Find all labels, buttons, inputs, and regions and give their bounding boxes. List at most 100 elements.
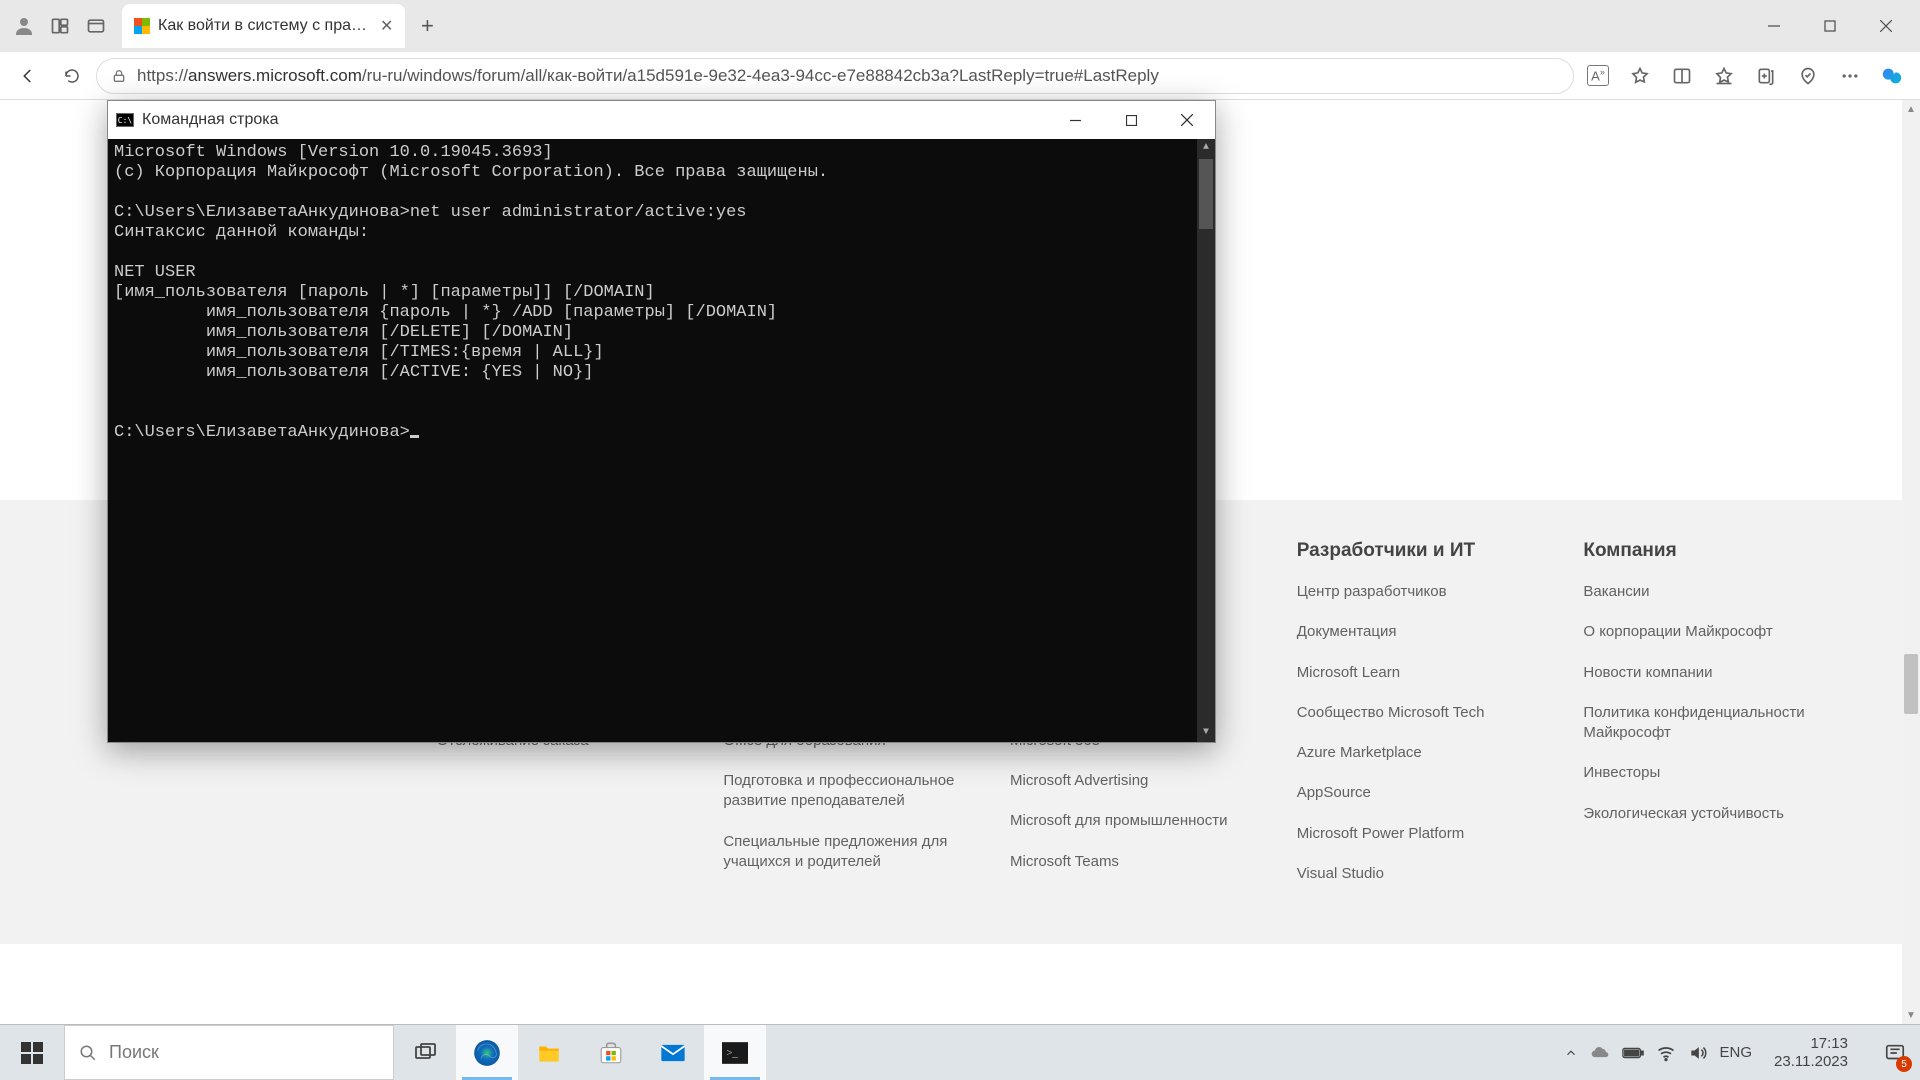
read-aloud-button[interactable]: A» xyxy=(1578,56,1618,96)
footer-link[interactable]: Microsoft Learn xyxy=(1297,663,1564,683)
cmd-line: (c) Корпорация Майкрософт (Microsoft Cor… xyxy=(114,163,828,182)
copilot-button[interactable] xyxy=(1872,56,1912,96)
browser-tab[interactable]: Как войти в систему с правам... ✕ xyxy=(122,4,405,48)
settings-more-button[interactable] xyxy=(1830,56,1870,96)
page-scrollbar[interactable]: ▲ ▼ xyxy=(1902,100,1920,1024)
cmd-close-button[interactable] xyxy=(1159,101,1215,139)
footer-link[interactable]: Специальные предложения для учащихся и р… xyxy=(723,832,990,873)
tab-actions-button[interactable] xyxy=(78,8,114,44)
cmd-line: Синтаксис данной команды: xyxy=(114,223,369,242)
system-tray: ENG 17:13 23.11.2023 5 xyxy=(1564,1025,1920,1080)
url-text: https://answers.microsoft.com/ru-ru/wind… xyxy=(137,66,1159,86)
footer-link[interactable]: Подготовка и профессиональное развитие п… xyxy=(723,771,990,812)
footer-col-6: Компания Вакансии О корпорации Майкрософ… xyxy=(1583,540,1850,904)
new-tab-button[interactable]: + xyxy=(409,8,445,44)
footer-link[interactable]: Сообщество Microsoft Tech xyxy=(1297,703,1564,723)
footer-link[interactable]: О корпорации Майкрософт xyxy=(1583,622,1850,642)
footer-link[interactable]: Экологическая устойчивость xyxy=(1583,804,1850,824)
profile-button[interactable] xyxy=(6,8,42,44)
cmd-cursor xyxy=(410,435,419,438)
scroll-thumb[interactable] xyxy=(1199,159,1213,229)
taskbar-app-mail[interactable] xyxy=(642,1025,704,1080)
footer-link[interactable]: Новости компании xyxy=(1583,663,1850,683)
start-button[interactable] xyxy=(0,1025,64,1080)
tab-title: Как войти в систему с правам... xyxy=(158,17,368,35)
task-view-button[interactable] xyxy=(394,1025,456,1080)
footer-link[interactable]: Microsoft Power Platform xyxy=(1297,824,1564,844)
cmd-line: Microsoft Windows [Version 10.0.19045.36… xyxy=(114,143,553,162)
taskbar-search[interactable]: Поиск xyxy=(64,1025,394,1080)
footer-link[interactable]: Политика конфиденциальности Майкрософт xyxy=(1583,703,1850,744)
cmd-line: имя_пользователя [/TIMES:{время | ALL}] xyxy=(114,343,604,362)
search-placeholder: Поиск xyxy=(109,1042,159,1063)
footer-link[interactable]: Инвесторы xyxy=(1583,763,1850,783)
cmd-line: имя_пользователя {пароль | *} /ADD [пара… xyxy=(114,303,777,322)
minimize-window-button[interactable] xyxy=(1746,6,1802,46)
svg-text:>_: >_ xyxy=(726,1047,738,1059)
cmd-scrollbar[interactable]: ▲ ▼ xyxy=(1197,139,1215,742)
favorites-list-button[interactable] xyxy=(1704,56,1744,96)
cmd-titlebar[interactable]: C:\ Командная строка xyxy=(108,101,1215,139)
cmd-minimize-button[interactable] xyxy=(1047,101,1103,139)
favorite-button[interactable] xyxy=(1620,56,1660,96)
address-bar[interactable]: https://answers.microsoft.com/ru-ru/wind… xyxy=(96,58,1574,94)
cmd-line: имя_пользователя [/ACTIVE: {YES | NO}] xyxy=(114,363,593,382)
taskbar-app-store[interactable] xyxy=(580,1025,642,1080)
cmd-title-text: Командная строка xyxy=(142,111,279,129)
cmd-line: C:\Users\ЕлизаветаАнкудинова> xyxy=(114,423,410,442)
footer-link[interactable]: Вакансии xyxy=(1583,582,1850,602)
cmd-line: C:\Users\ЕлизаветаАнкудинова>net user ad… xyxy=(114,203,747,222)
browser-essentials-button[interactable] xyxy=(1788,56,1828,96)
back-button[interactable] xyxy=(8,56,48,96)
notification-badge: 5 xyxy=(1896,1056,1912,1072)
tray-notifications[interactable]: 5 xyxy=(1870,1025,1920,1080)
scroll-up-icon[interactable]: ▲ xyxy=(1902,100,1920,118)
taskbar: Поиск >_ ENG 17:13 23.11.2023 xyxy=(0,1024,1920,1080)
tray-clock[interactable]: 17:13 23.11.2023 xyxy=(1764,1035,1858,1071)
tray-volume-icon[interactable] xyxy=(1688,1043,1708,1063)
scroll-up-icon[interactable]: ▲ xyxy=(1197,139,1215,157)
footer-link[interactable]: Visual Studio xyxy=(1297,864,1564,884)
footer-link[interactable]: AppSource xyxy=(1297,783,1564,803)
cmd-maximize-button[interactable] xyxy=(1103,101,1159,139)
tray-onedrive-icon[interactable] xyxy=(1590,1043,1610,1063)
cmd-icon: C:\ xyxy=(116,113,134,127)
workspaces-button[interactable] xyxy=(42,8,78,44)
scroll-thumb[interactable] xyxy=(1904,654,1918,714)
maximize-window-button[interactable] xyxy=(1802,6,1858,46)
footer-link[interactable]: Центр разработчиков xyxy=(1297,582,1564,602)
browser-toolbar: https://answers.microsoft.com/ru-ru/wind… xyxy=(0,52,1920,100)
footer-col-5: Разработчики и ИТ Центр разработчиков До… xyxy=(1297,540,1564,904)
tray-battery-icon[interactable] xyxy=(1622,1046,1644,1060)
taskbar-app-cmd[interactable]: >_ xyxy=(704,1025,766,1080)
refresh-button[interactable] xyxy=(52,56,92,96)
tray-time: 17:13 xyxy=(1774,1035,1848,1053)
tray-language[interactable]: ENG xyxy=(1720,1044,1753,1061)
browser-tab-strip: Как войти в систему с правам... ✕ + xyxy=(0,0,1920,52)
footer-link[interactable]: Microsoft Teams xyxy=(1010,852,1277,872)
close-tab-button[interactable]: ✕ xyxy=(380,16,393,36)
scroll-down-icon[interactable]: ▼ xyxy=(1197,724,1215,742)
scroll-down-icon[interactable]: ▼ xyxy=(1902,1006,1920,1024)
footer-link[interactable]: Microsoft для промышленности xyxy=(1010,811,1277,831)
close-window-button[interactable] xyxy=(1858,6,1914,46)
windows-logo-icon xyxy=(21,1042,43,1064)
taskbar-app-explorer[interactable] xyxy=(518,1025,580,1080)
footer-link[interactable]: Azure Marketplace xyxy=(1297,743,1564,763)
taskbar-app-edge[interactable] xyxy=(456,1025,518,1080)
collections-button[interactable] xyxy=(1746,56,1786,96)
footer-link[interactable]: Документация xyxy=(1297,622,1564,642)
cmd-output[interactable]: Microsoft Windows [Version 10.0.19045.36… xyxy=(108,139,1215,742)
tray-chevron-up-icon[interactable] xyxy=(1564,1046,1578,1060)
footer-heading: Компания xyxy=(1583,540,1850,562)
tray-date: 23.11.2023 xyxy=(1774,1053,1848,1071)
split-screen-button[interactable] xyxy=(1662,56,1702,96)
cmd-line: NET USER xyxy=(114,263,196,282)
microsoft-favicon xyxy=(134,18,150,34)
footer-link[interactable]: Microsoft Advertising xyxy=(1010,771,1277,791)
cmd-line: [имя_пользователя [пароль | *] [параметр… xyxy=(114,283,655,302)
footer-heading: Разработчики и ИТ xyxy=(1297,540,1564,562)
lock-icon xyxy=(111,68,127,84)
tray-wifi-icon[interactable] xyxy=(1656,1043,1676,1063)
search-icon xyxy=(79,1044,97,1062)
